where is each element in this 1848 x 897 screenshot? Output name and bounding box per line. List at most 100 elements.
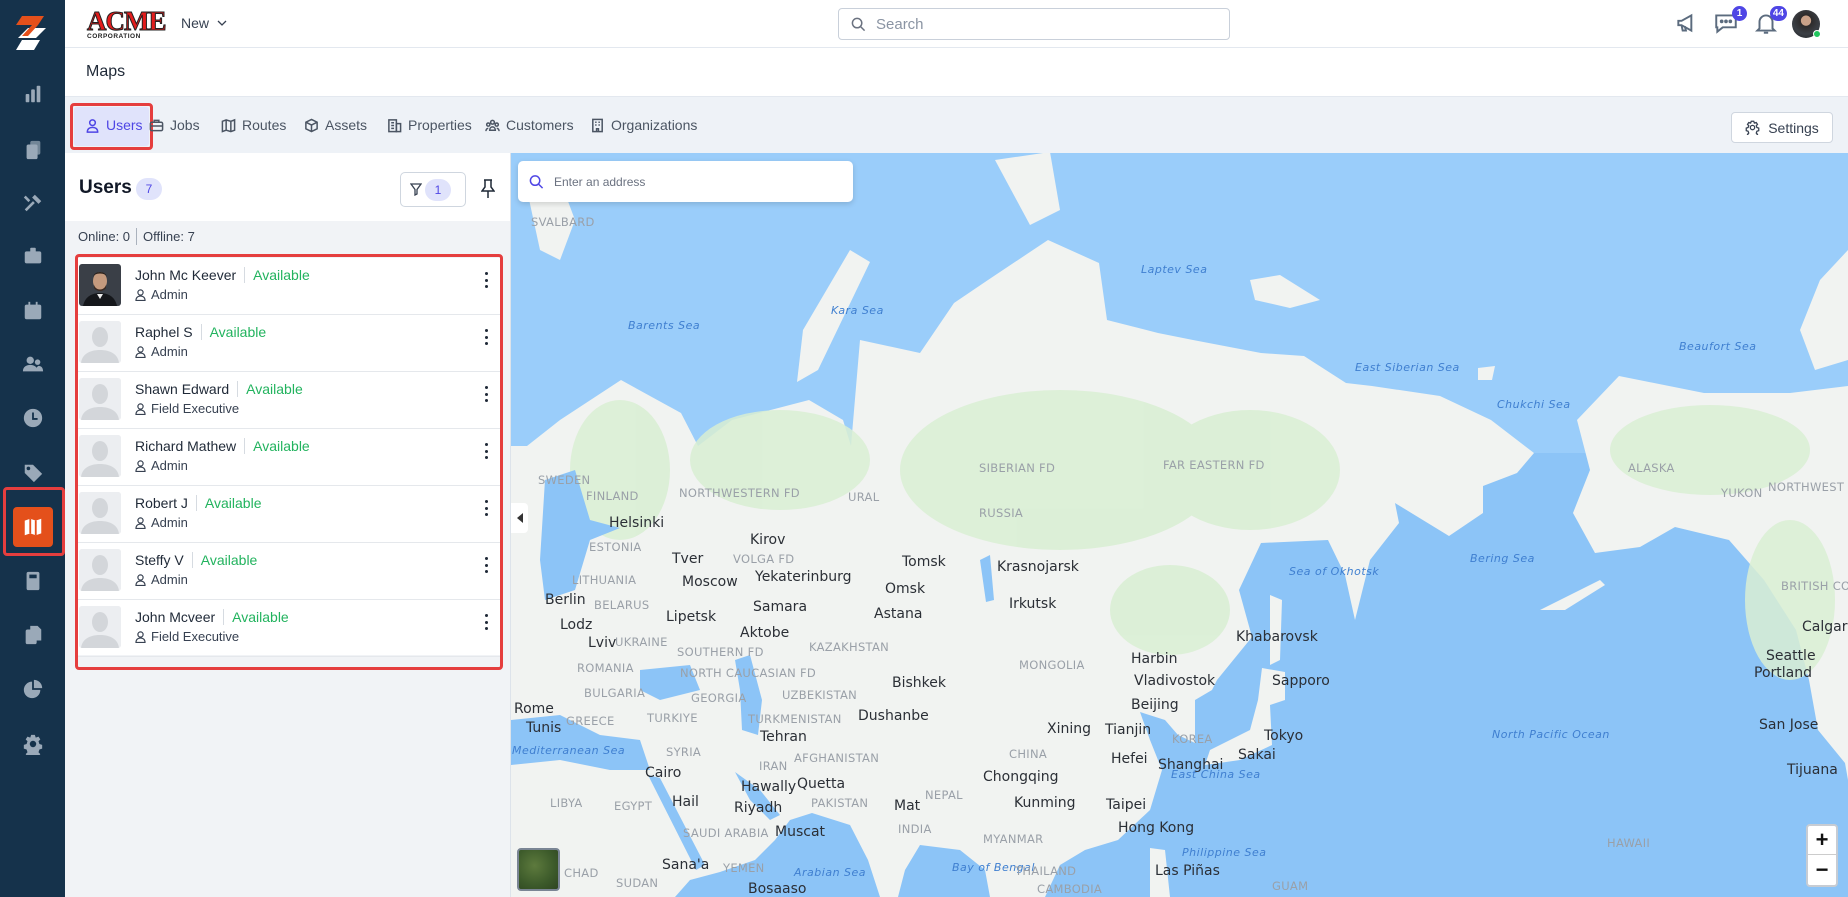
map-label-city: Lviv [588,635,617,651]
map-label-country: TURKMENISTAN [748,712,842,726]
map-label-country: KAZAKHSTAN [809,640,890,654]
map-label-city: Bosaaso [748,881,807,897]
tab-label: Organizations [611,117,698,133]
global-search-input[interactable]: Search [838,8,1230,40]
nav-timesheet[interactable] [13,398,53,438]
nav-settings[interactable] [13,724,53,764]
page-title: Maps [86,63,126,80]
map-label-city: Sana'a [662,857,710,873]
online-status-summary: Online: 0 Offline: 7 [65,221,510,251]
bar-chart-icon [25,85,41,103]
map-label-city: Tunis [526,720,562,736]
nav-jobs[interactable] [13,236,53,276]
map-label-city: Samara [753,599,808,615]
tab-users[interactable]: Users [85,114,143,136]
map-label-country: CHAD [564,866,599,880]
map-label-city: San Jose [1759,717,1819,733]
acme-logo[interactable]: ACME CORPORATION [87,7,168,41]
clipboard-check-icon [26,140,41,160]
map-label-country: GEORGIA [691,691,747,705]
nav-dashboard[interactable] [13,74,53,114]
tab-routes[interactable]: Routes [221,114,286,136]
map-label-city: Hong Kong [1118,820,1195,836]
briefcase-icon [24,247,42,264]
map-label-city: Portland [1754,665,1812,681]
pin-button[interactable] [480,179,496,204]
address-search-input[interactable]: Enter an address [518,161,853,202]
nav-tools[interactable] [13,183,53,223]
map-labels: SVALBARD Laptev Sea Kara Sea Barents Sea Bea… [511,153,1848,897]
map-label-city: Muscat [775,824,826,840]
satellite-layer-toggle[interactable] [517,848,560,891]
zoom-in-button[interactable]: + [1808,826,1836,855]
nav-reports[interactable] [13,669,53,709]
pie-chart-icon [23,679,43,699]
map-canvas[interactable]: SVALBARD Laptev Sea Kara Sea Barents Sea Bea… [511,153,1848,897]
collapse-panel-button[interactable] [511,503,528,533]
chat-button[interactable]: 1 [1713,6,1747,38]
notifications-badge: 44 [1769,6,1787,21]
pin-icon [480,179,496,198]
map-label-city: Irkutsk [1009,596,1057,612]
map-label-country: NORTH CAUCASIAN FD [680,666,817,680]
map-label-sea: East China Sea [1171,768,1261,781]
tab-label: Routes [242,117,287,133]
map-label-sea: Chukchi Sea [1497,398,1571,411]
tab-customers[interactable]: Customers [485,114,574,136]
map-label-country: SAUDI ARABIA [683,826,769,840]
map-label-country: SOUTHERN FD [677,645,764,659]
map-label-city: Tomsk [902,554,946,570]
megaphone-icon [1677,13,1693,33]
map-label-country: BULGARIA [584,686,646,700]
map-label-city: Berlin [545,592,586,608]
settings-button[interactable]: Settings [1731,112,1833,143]
nav-documents[interactable] [13,615,53,655]
map-label-country: INDIA [898,822,932,836]
nav-calculator[interactable] [13,561,53,601]
map-label-country: GREECE [566,714,615,728]
map-label-country: SYRIA [666,745,702,759]
map-label-country: RUSSIA [979,506,1024,520]
map-label-country: LIBYA [550,796,583,810]
chat-badge: 1 [1732,6,1747,21]
zoom-out-button[interactable]: − [1808,855,1836,884]
map-label-city: Hail [672,794,699,810]
map-label-city: Tianjin [1105,722,1152,738]
address-placeholder: Enter an address [554,174,646,189]
new-dropdown[interactable]: New [181,15,227,31]
map-label-sea: North Pacific Ocean [1492,728,1610,741]
announcements-button[interactable] [1674,10,1702,38]
left-nav [0,0,65,897]
filter-icon [410,183,422,196]
search-placeholder: Search [876,15,924,33]
map-label-city: Astana [874,606,923,622]
map-label-city: Yekaterinburg [755,569,852,585]
notifications-button[interactable]: 44 [1753,6,1787,38]
map-label-country: URAL [848,490,880,504]
nav-tasks[interactable] [13,130,53,170]
panel-title: Users [79,177,132,198]
highlight-outline [3,487,65,556]
calendar-icon [24,301,42,320]
tab-label: Customers [506,117,574,133]
map-label-country: THAILAND [1015,864,1077,878]
user-avatar[interactable] [1792,10,1821,38]
map-label-country: MONGOLIA [1019,658,1085,672]
users-icon [22,356,44,372]
gear-icon [23,734,43,755]
tab-organizations[interactable]: Organizations [590,114,697,136]
tab-assets[interactable]: Assets [304,114,367,136]
tab-properties[interactable]: Properties [387,114,472,136]
map-label-city: Bishkek [892,675,946,691]
nav-customers[interactable] [13,344,53,384]
map-label-city: Aktobe [740,625,790,641]
app-logo-icon[interactable] [14,16,50,50]
map-label-country: LITHUANIA [572,573,637,587]
users-group-icon [485,119,500,131]
tab-jobs[interactable]: Jobs [149,114,200,136]
filter-button[interactable]: 1 [400,172,466,207]
tools-icon [23,194,42,212]
nav-calendar[interactable] [13,291,53,331]
settings-label: Settings [1768,119,1819,136]
map-label-city: Krasnojarsk [997,559,1079,575]
